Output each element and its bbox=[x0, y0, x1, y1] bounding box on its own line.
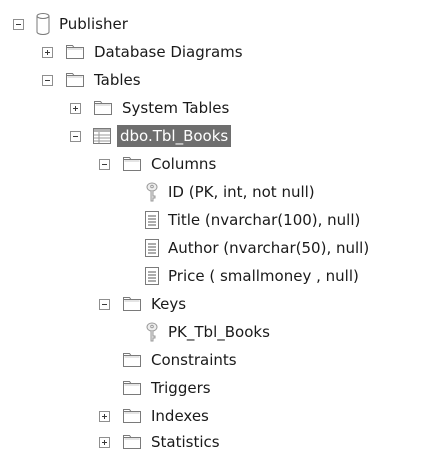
tree-node-column-title[interactable]: Title (nvarchar(100), null) bbox=[145, 208, 363, 232]
tree-node-publisher[interactable]: Publisher bbox=[13, 12, 131, 36]
column-icon bbox=[145, 239, 159, 257]
tree-node-label: Author (nvarchar(50), null) bbox=[168, 239, 370, 257]
tree-node-label: Columns bbox=[151, 155, 217, 173]
primary-key-icon bbox=[145, 322, 159, 342]
folder-icon bbox=[122, 156, 142, 172]
tree-node-statistics[interactable]: Statistics bbox=[99, 430, 223, 454]
tree-node-tables[interactable]: Tables bbox=[42, 68, 144, 92]
tree-node-label: System Tables bbox=[122, 99, 230, 117]
expand-icon[interactable] bbox=[70, 102, 81, 114]
object-explorer-tree: Publisher Database Diagrams Tables Syste… bbox=[0, 0, 442, 451]
folder-icon bbox=[93, 100, 113, 116]
folder-icon bbox=[122, 434, 142, 450]
tree-node-label: ID (PK, int, not null) bbox=[168, 183, 315, 201]
column-icon bbox=[145, 267, 159, 285]
tree-node-label: Triggers bbox=[151, 379, 211, 397]
folder-icon bbox=[122, 296, 142, 312]
tree-node-label: Indexes bbox=[151, 407, 209, 425]
tree-node-label: Constraints bbox=[151, 351, 237, 369]
tree-node-column-price[interactable]: Price ( smallmoney , null) bbox=[145, 264, 362, 288]
tree-node-triggers[interactable]: Triggers bbox=[122, 376, 214, 400]
database-icon bbox=[36, 13, 50, 35]
tree-node-tbl-books[interactable]: dbo.Tbl_Books bbox=[70, 124, 232, 148]
collapse-icon[interactable] bbox=[99, 298, 110, 310]
collapse-icon[interactable] bbox=[13, 18, 24, 30]
expand-icon[interactable] bbox=[99, 410, 110, 422]
folder-icon bbox=[122, 380, 142, 396]
table-icon bbox=[93, 128, 111, 144]
expand-icon[interactable] bbox=[42, 46, 53, 58]
folder-icon bbox=[65, 44, 85, 60]
tree-node-label: Publisher bbox=[59, 15, 128, 33]
tree-node-label: Database Diagrams bbox=[94, 43, 243, 61]
folder-icon bbox=[122, 408, 142, 424]
tree-node-columns[interactable]: Columns bbox=[99, 152, 219, 176]
tree-node-label: Tables bbox=[94, 71, 141, 89]
collapse-icon[interactable] bbox=[42, 74, 53, 86]
column-icon bbox=[145, 211, 159, 229]
tree-node-constraints[interactable]: Constraints bbox=[122, 348, 240, 372]
folder-icon bbox=[122, 352, 142, 368]
tree-node-label: Price ( smallmoney , null) bbox=[168, 267, 359, 285]
tree-node-label: Keys bbox=[151, 295, 187, 313]
tree-node-label: Statistics bbox=[151, 433, 220, 451]
tree-node-column-author[interactable]: Author (nvarchar(50), null) bbox=[145, 236, 372, 260]
folder-icon bbox=[65, 72, 85, 88]
tree-node-label: Title (nvarchar(100), null) bbox=[168, 211, 361, 229]
tree-node-label: PK_Tbl_Books bbox=[168, 323, 270, 341]
tree-node-indexes[interactable]: Indexes bbox=[99, 404, 212, 428]
tree-node-system-tables[interactable]: System Tables bbox=[70, 96, 232, 120]
tree-node-database-diagrams[interactable]: Database Diagrams bbox=[42, 40, 246, 64]
tree-node-pk-tbl-books[interactable]: PK_Tbl_Books bbox=[145, 320, 273, 344]
tree-node-keys[interactable]: Keys bbox=[99, 292, 189, 316]
collapse-icon[interactable] bbox=[70, 130, 81, 142]
collapse-icon[interactable] bbox=[99, 158, 110, 170]
primary-key-icon bbox=[145, 182, 159, 202]
tree-node-column-id[interactable]: ID (PK, int, not null) bbox=[145, 180, 318, 204]
tree-node-label-selected: dbo.Tbl_Books bbox=[117, 125, 232, 147]
